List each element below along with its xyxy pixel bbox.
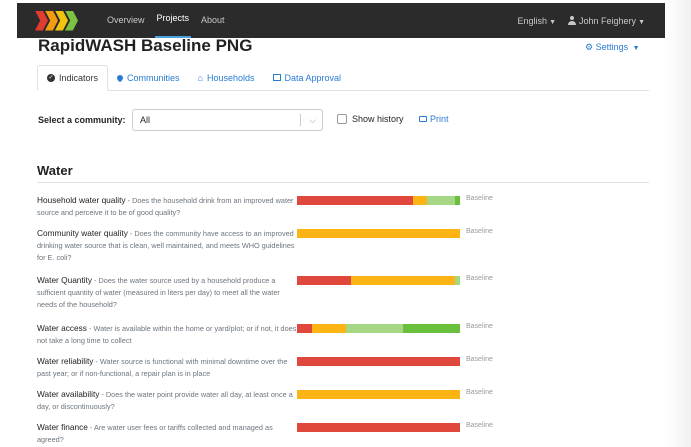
top-navbar: Overview Projects About English ▼ John Fe… xyxy=(17,3,665,38)
series-label: Baseline xyxy=(466,228,493,235)
indicator-text: Water availability - Does the water poin… xyxy=(37,388,297,413)
gear-icon: ⚙ xyxy=(585,42,594,52)
caret-down-icon: ▼ xyxy=(549,18,557,26)
indicator-name[interactable]: Water availability xyxy=(37,389,99,399)
bar-segment-red[interactable] xyxy=(297,276,351,285)
tab-households[interactable]: ⌂ Households xyxy=(189,65,264,90)
indicator-name[interactable]: Water access xyxy=(37,323,87,333)
settings-dropdown[interactable]: ⚙ Settings ▼ xyxy=(585,42,640,53)
bar-segment-lightgreen[interactable] xyxy=(345,324,403,333)
bar-segment-red[interactable] xyxy=(297,196,413,205)
indicator-bar[interactable] xyxy=(297,229,460,238)
tab-bar: ✓ Indicators Communities ⌂ Households Da… xyxy=(37,65,649,91)
user-dropdown[interactable]: John Feighery ▼ xyxy=(568,15,645,26)
community-select-value: All xyxy=(140,115,151,125)
caret-down-icon: ▼ xyxy=(632,45,640,52)
indicator-name[interactable]: Water reliability xyxy=(37,356,93,366)
nav-link-about[interactable]: About xyxy=(199,3,227,38)
indicator-text: Community water quality - Does the commu… xyxy=(37,227,297,264)
bar-segment-orange[interactable] xyxy=(311,324,346,333)
tab-label: Indicators xyxy=(59,73,99,83)
bar-segment-orange[interactable] xyxy=(297,390,460,399)
bar-segment-orange[interactable] xyxy=(297,229,460,238)
nav-link-projects[interactable]: Projects xyxy=(154,3,192,38)
tab-indicators[interactable]: ✓ Indicators xyxy=(37,65,109,91)
tab-communities[interactable]: Communities xyxy=(108,65,189,90)
indicator-name[interactable]: Water finance xyxy=(37,422,88,432)
indicator-bar[interactable] xyxy=(297,357,460,366)
table-icon xyxy=(272,74,281,81)
window-edge xyxy=(665,0,691,447)
print-label: Print xyxy=(430,114,449,124)
home-icon: ⌂ xyxy=(197,72,203,83)
section-title: Water xyxy=(37,163,73,178)
indicator-text: Water Quantity - Does the water source u… xyxy=(37,274,297,311)
series-label: Baseline xyxy=(466,275,493,282)
caret-down-icon: ▼ xyxy=(638,18,645,26)
indicator-text: Household water quality - Does the house… xyxy=(37,194,297,219)
community-select-label: Select a community: xyxy=(38,115,126,125)
bar-segment-lightgreen[interactable] xyxy=(427,196,456,205)
language-label: English xyxy=(517,15,548,26)
section-divider xyxy=(37,182,649,183)
bar-segment-orange[interactable] xyxy=(412,196,428,205)
language-dropdown[interactable]: English ▼ xyxy=(518,16,556,26)
bar-segment-green[interactable] xyxy=(455,196,460,205)
tab-label: Households xyxy=(206,72,255,83)
nav-link-overview[interactable]: Overview xyxy=(105,3,147,38)
show-history-toggle[interactable]: Show history xyxy=(337,114,404,124)
tab-label: Communities xyxy=(127,72,180,83)
print-icon xyxy=(419,116,427,122)
bar-segment-red[interactable] xyxy=(297,357,460,366)
indicator-text: Water access - Water is available within… xyxy=(37,322,297,347)
indicator-bar[interactable] xyxy=(297,423,460,432)
bar-segment-red[interactable] xyxy=(297,423,460,432)
indicator-text: Water reliability - Water source is func… xyxy=(37,355,297,380)
series-label: Baseline xyxy=(466,195,493,202)
print-button[interactable]: Print xyxy=(419,114,449,124)
community-select[interactable]: All ⌵ xyxy=(132,109,323,131)
logo-chevron-1 xyxy=(35,10,48,31)
indicator-name[interactable]: Water Quantity xyxy=(37,275,92,285)
settings-label: Settings xyxy=(595,42,629,52)
nav-links: Overview Projects About xyxy=(105,3,227,38)
bar-segment-red[interactable] xyxy=(297,324,312,333)
series-label: Baseline xyxy=(466,389,493,396)
user-icon xyxy=(568,15,577,25)
check-circle-icon: ✓ xyxy=(47,74,55,82)
indicator-name[interactable]: Household water quality xyxy=(37,195,126,205)
indicator-bar[interactable] xyxy=(297,390,460,399)
indicator-bar[interactable] xyxy=(297,196,460,205)
tab-data-approval[interactable]: Data Approval xyxy=(264,65,351,90)
nav-right: English ▼ John Feighery ▼ xyxy=(518,15,645,26)
map-marker-icon xyxy=(115,73,125,82)
bar-segment-orange[interactable] xyxy=(350,276,456,285)
tab-label: Data Approval xyxy=(284,72,342,83)
app-logo[interactable] xyxy=(35,10,87,31)
bar-segment-lightgreen[interactable] xyxy=(455,276,460,285)
chevron-down-icon: ⌵ xyxy=(309,115,316,125)
community-filter: Select a community: All ⌵ xyxy=(38,109,323,131)
show-history-label: Show history xyxy=(352,114,404,124)
indicator-bar[interactable] xyxy=(297,276,460,285)
series-label: Baseline xyxy=(466,422,493,429)
indicator-text: Water finance - Are water user fees or t… xyxy=(37,421,297,446)
select-separator xyxy=(300,114,301,126)
bar-segment-green[interactable] xyxy=(402,324,460,333)
indicator-bar[interactable] xyxy=(297,324,460,333)
series-label: Baseline xyxy=(466,323,493,330)
show-history-checkbox[interactable] xyxy=(337,114,347,124)
series-label: Baseline xyxy=(466,356,493,363)
indicator-name[interactable]: Community water quality xyxy=(37,228,128,238)
user-name: John Feighery xyxy=(579,15,637,26)
page-title: RapidWASH Baseline PNG xyxy=(38,36,253,55)
